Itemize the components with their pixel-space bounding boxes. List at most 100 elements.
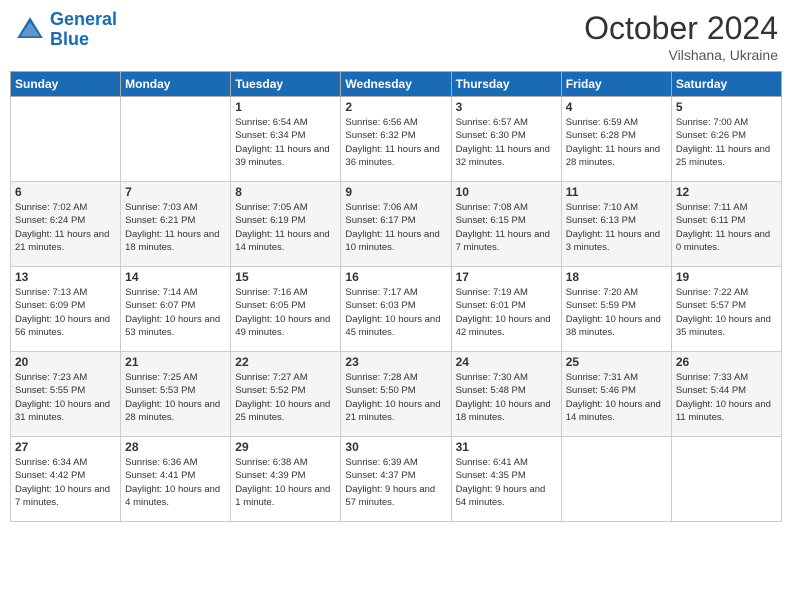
day-info: Sunrise: 7:19 AM Sunset: 6:01 PM Dayligh… — [456, 286, 557, 339]
day-cell: 4 Sunrise: 6:59 AM Sunset: 6:28 PM Dayli… — [561, 97, 671, 182]
day-number: 23 — [345, 355, 446, 369]
header-friday: Friday — [561, 72, 671, 97]
day-cell: 22 Sunrise: 7:27 AM Sunset: 5:52 PM Dayl… — [231, 352, 341, 437]
calendar-body: 1 Sunrise: 6:54 AM Sunset: 6:34 PM Dayli… — [11, 97, 782, 522]
header-tuesday: Tuesday — [231, 72, 341, 97]
week-row-4: 20 Sunrise: 7:23 AM Sunset: 5:55 PM Dayl… — [11, 352, 782, 437]
day-cell: 29 Sunrise: 6:38 AM Sunset: 4:39 PM Dayl… — [231, 437, 341, 522]
day-cell: 10 Sunrise: 7:08 AM Sunset: 6:15 PM Dayl… — [451, 182, 561, 267]
day-cell: 25 Sunrise: 7:31 AM Sunset: 5:46 PM Dayl… — [561, 352, 671, 437]
day-number: 2 — [345, 100, 446, 114]
calendar-table: Sunday Monday Tuesday Wednesday Thursday… — [10, 71, 782, 522]
day-number: 9 — [345, 185, 446, 199]
day-info: Sunrise: 6:54 AM Sunset: 6:34 PM Dayligh… — [235, 116, 336, 169]
day-number: 7 — [125, 185, 226, 199]
day-info: Sunrise: 6:57 AM Sunset: 6:30 PM Dayligh… — [456, 116, 557, 169]
day-cell: 2 Sunrise: 6:56 AM Sunset: 6:32 PM Dayli… — [341, 97, 451, 182]
day-number: 30 — [345, 440, 446, 454]
day-info: Sunrise: 6:38 AM Sunset: 4:39 PM Dayligh… — [235, 456, 336, 509]
day-number: 31 — [456, 440, 557, 454]
day-cell: 14 Sunrise: 7:14 AM Sunset: 6:07 PM Dayl… — [121, 267, 231, 352]
day-number: 14 — [125, 270, 226, 284]
day-cell: 21 Sunrise: 7:25 AM Sunset: 5:53 PM Dayl… — [121, 352, 231, 437]
day-info: Sunrise: 7:11 AM Sunset: 6:11 PM Dayligh… — [676, 201, 777, 254]
day-cell: 9 Sunrise: 7:06 AM Sunset: 6:17 PM Dayli… — [341, 182, 451, 267]
day-number: 17 — [456, 270, 557, 284]
day-cell: 23 Sunrise: 7:28 AM Sunset: 5:50 PM Dayl… — [341, 352, 451, 437]
day-cell — [11, 97, 121, 182]
title-block: October 2024 Vilshana, Ukraine — [584, 10, 778, 63]
day-info: Sunrise: 6:36 AM Sunset: 4:41 PM Dayligh… — [125, 456, 226, 509]
day-cell: 13 Sunrise: 7:13 AM Sunset: 6:09 PM Dayl… — [11, 267, 121, 352]
day-info: Sunrise: 7:05 AM Sunset: 6:19 PM Dayligh… — [235, 201, 336, 254]
month-title: October 2024 — [584, 10, 778, 47]
header-sunday: Sunday — [11, 72, 121, 97]
day-number: 6 — [15, 185, 116, 199]
day-number: 20 — [15, 355, 116, 369]
day-info: Sunrise: 7:20 AM Sunset: 5:59 PM Dayligh… — [566, 286, 667, 339]
day-cell: 7 Sunrise: 7:03 AM Sunset: 6:21 PM Dayli… — [121, 182, 231, 267]
day-cell: 5 Sunrise: 7:00 AM Sunset: 6:26 PM Dayli… — [671, 97, 781, 182]
day-info: Sunrise: 6:59 AM Sunset: 6:28 PM Dayligh… — [566, 116, 667, 169]
day-info: Sunrise: 7:28 AM Sunset: 5:50 PM Dayligh… — [345, 371, 446, 424]
calendar-header: Sunday Monday Tuesday Wednesday Thursday… — [11, 72, 782, 97]
day-cell: 27 Sunrise: 6:34 AM Sunset: 4:42 PM Dayl… — [11, 437, 121, 522]
day-info: Sunrise: 7:14 AM Sunset: 6:07 PM Dayligh… — [125, 286, 226, 339]
day-number: 16 — [345, 270, 446, 284]
day-info: Sunrise: 7:30 AM Sunset: 5:48 PM Dayligh… — [456, 371, 557, 424]
day-number: 15 — [235, 270, 336, 284]
header-monday: Monday — [121, 72, 231, 97]
logo-text: General Blue — [50, 10, 117, 50]
day-number: 5 — [676, 100, 777, 114]
day-info: Sunrise: 7:06 AM Sunset: 6:17 PM Dayligh… — [345, 201, 446, 254]
day-info: Sunrise: 7:13 AM Sunset: 6:09 PM Dayligh… — [15, 286, 116, 339]
day-cell: 11 Sunrise: 7:10 AM Sunset: 6:13 PM Dayl… — [561, 182, 671, 267]
day-number: 11 — [566, 185, 667, 199]
week-row-3: 13 Sunrise: 7:13 AM Sunset: 6:09 PM Dayl… — [11, 267, 782, 352]
day-info: Sunrise: 7:16 AM Sunset: 6:05 PM Dayligh… — [235, 286, 336, 339]
day-info: Sunrise: 6:34 AM Sunset: 4:42 PM Dayligh… — [15, 456, 116, 509]
day-cell: 12 Sunrise: 7:11 AM Sunset: 6:11 PM Dayl… — [671, 182, 781, 267]
day-cell — [671, 437, 781, 522]
week-row-5: 27 Sunrise: 6:34 AM Sunset: 4:42 PM Dayl… — [11, 437, 782, 522]
day-cell: 20 Sunrise: 7:23 AM Sunset: 5:55 PM Dayl… — [11, 352, 121, 437]
day-cell: 17 Sunrise: 7:19 AM Sunset: 6:01 PM Dayl… — [451, 267, 561, 352]
week-row-2: 6 Sunrise: 7:02 AM Sunset: 6:24 PM Dayli… — [11, 182, 782, 267]
day-info: Sunrise: 7:25 AM Sunset: 5:53 PM Dayligh… — [125, 371, 226, 424]
day-number: 28 — [125, 440, 226, 454]
day-cell: 1 Sunrise: 6:54 AM Sunset: 6:34 PM Dayli… — [231, 97, 341, 182]
day-number: 8 — [235, 185, 336, 199]
header-saturday: Saturday — [671, 72, 781, 97]
header-thursday: Thursday — [451, 72, 561, 97]
day-number: 12 — [676, 185, 777, 199]
day-number: 1 — [235, 100, 336, 114]
day-cell: 28 Sunrise: 6:36 AM Sunset: 4:41 PM Dayl… — [121, 437, 231, 522]
day-info: Sunrise: 7:22 AM Sunset: 5:57 PM Dayligh… — [676, 286, 777, 339]
day-info: Sunrise: 7:33 AM Sunset: 5:44 PM Dayligh… — [676, 371, 777, 424]
day-cell: 30 Sunrise: 6:39 AM Sunset: 4:37 PM Dayl… — [341, 437, 451, 522]
day-info: Sunrise: 7:08 AM Sunset: 6:15 PM Dayligh… — [456, 201, 557, 254]
day-cell: 3 Sunrise: 6:57 AM Sunset: 6:30 PM Dayli… — [451, 97, 561, 182]
day-info: Sunrise: 7:10 AM Sunset: 6:13 PM Dayligh… — [566, 201, 667, 254]
day-info: Sunrise: 6:39 AM Sunset: 4:37 PM Dayligh… — [345, 456, 446, 509]
day-info: Sunrise: 7:27 AM Sunset: 5:52 PM Dayligh… — [235, 371, 336, 424]
day-cell — [561, 437, 671, 522]
day-number: 29 — [235, 440, 336, 454]
logo-icon — [14, 14, 46, 46]
day-info: Sunrise: 7:02 AM Sunset: 6:24 PM Dayligh… — [15, 201, 116, 254]
day-info: Sunrise: 7:23 AM Sunset: 5:55 PM Dayligh… — [15, 371, 116, 424]
day-cell — [121, 97, 231, 182]
day-info: Sunrise: 6:56 AM Sunset: 6:32 PM Dayligh… — [345, 116, 446, 169]
day-cell: 26 Sunrise: 7:33 AM Sunset: 5:44 PM Dayl… — [671, 352, 781, 437]
day-info: Sunrise: 6:41 AM Sunset: 4:35 PM Dayligh… — [456, 456, 557, 509]
day-number: 24 — [456, 355, 557, 369]
day-number: 4 — [566, 100, 667, 114]
logo: General Blue — [14, 10, 117, 50]
day-cell: 19 Sunrise: 7:22 AM Sunset: 5:57 PM Dayl… — [671, 267, 781, 352]
day-cell: 15 Sunrise: 7:16 AM Sunset: 6:05 PM Dayl… — [231, 267, 341, 352]
day-number: 25 — [566, 355, 667, 369]
day-number: 27 — [15, 440, 116, 454]
day-cell: 18 Sunrise: 7:20 AM Sunset: 5:59 PM Dayl… — [561, 267, 671, 352]
day-number: 10 — [456, 185, 557, 199]
day-cell: 6 Sunrise: 7:02 AM Sunset: 6:24 PM Dayli… — [11, 182, 121, 267]
